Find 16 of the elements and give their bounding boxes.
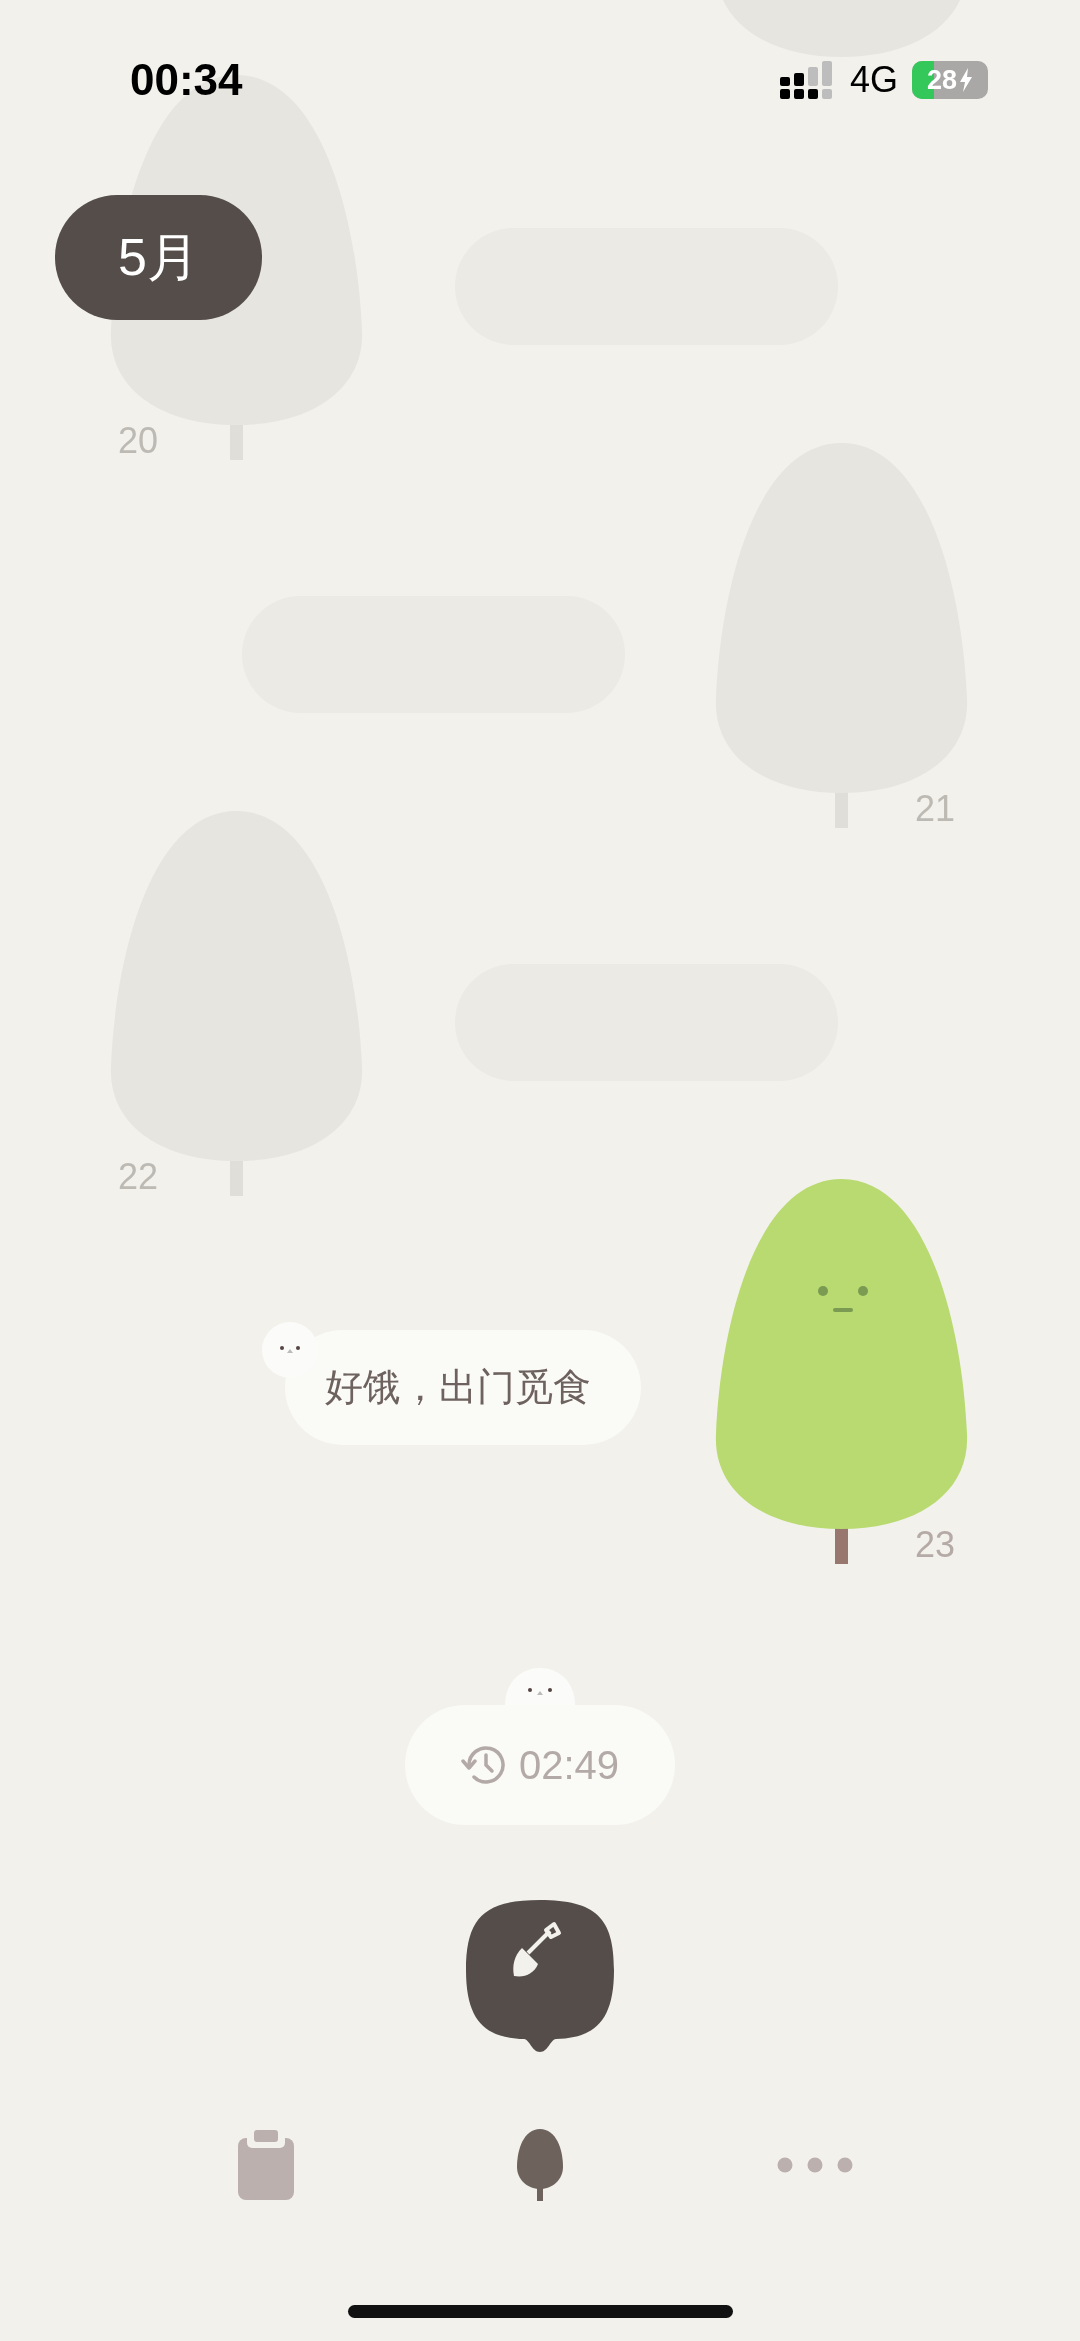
- shovel-icon: [513, 1922, 561, 1977]
- tree-icon: [516, 2129, 564, 2201]
- day-label: 23: [914, 1526, 955, 1564]
- day-label: 22: [118, 1158, 159, 1196]
- message-bubble: 好饿，出门觅食: [285, 1330, 641, 1445]
- status-time: 00:34: [130, 55, 243, 105]
- month-badge[interactable]: 5月: [55, 195, 262, 320]
- history-icon: [460, 1743, 507, 1787]
- day-label: 21: [914, 790, 955, 828]
- home-indicator[interactable]: [348, 2305, 733, 2318]
- dig-button[interactable]: [466, 1900, 614, 2052]
- day-label: 20: [118, 422, 159, 460]
- timer-text: 02:49: [518, 1742, 620, 1788]
- more-icon: [777, 2157, 853, 2173]
- network-type: 4G: [849, 59, 898, 101]
- clipboard-icon: [238, 2130, 294, 2200]
